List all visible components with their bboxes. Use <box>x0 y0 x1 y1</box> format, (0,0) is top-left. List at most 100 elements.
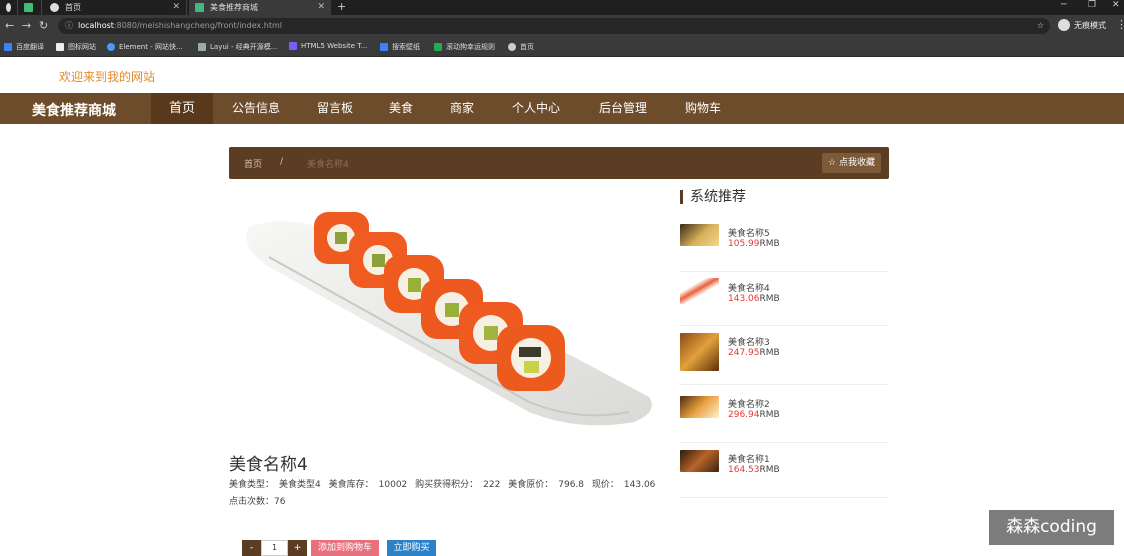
bookmarks-bar: 百度翻译 图标网站 Element - 网站快... Layui - 经典开源模… <box>0 37 1124 57</box>
food-thumbnail <box>680 450 719 472</box>
nav-cart[interactable]: 购物车 <box>672 93 734 124</box>
recommend-price: 164.53RMB <box>728 465 780 475</box>
food-thumbnail <box>680 278 719 304</box>
recommend-name: 美食名称4 <box>728 284 770 294</box>
recommend-price: 143.06RMB <box>728 294 780 304</box>
tab-store[interactable]: 美食推荐商城 ✕ <box>189 0 331 15</box>
layui-icon <box>198 43 206 51</box>
nav-messages[interactable]: 留言板 <box>305 93 365 124</box>
meta-stock-value: 10002 <box>378 480 408 490</box>
meta-type-label: 美食类型： <box>229 480 275 490</box>
url-path: :8080/meishishangcheng/front/index.html <box>113 21 282 30</box>
recommend-price: 296.94RMB <box>728 410 780 420</box>
bookmark-item[interactable]: 首页 <box>508 42 534 52</box>
menu-icon[interactable]: ⋮ <box>1116 18 1124 31</box>
close-icon[interactable]: ✕ <box>317 2 325 12</box>
bookmark-item[interactable]: 百度翻译 <box>4 42 44 52</box>
recommend-item[interactable]: 美食名称1 164.53RMB <box>680 445 888 498</box>
bookmark-star-icon[interactable]: ☆ <box>1037 18 1044 34</box>
bookmark-item[interactable]: Layui - 经典开源模... <box>198 42 277 52</box>
recommend-price: 105.99RMB <box>728 239 780 249</box>
food-thumbnail <box>680 224 719 246</box>
wallpaper-icon <box>380 43 388 51</box>
bookmark-item[interactable]: 搜索壁纸 <box>380 42 420 52</box>
recommend-price: 247.95RMB <box>728 348 780 358</box>
clicks-value: 76 <box>274 497 286 507</box>
recommend-item[interactable]: 美食名称2 296.94RMB <box>680 390 888 443</box>
favorite-label: 点我收藏 <box>838 158 875 168</box>
product-image <box>246 212 652 426</box>
tab-home-title: 首页 <box>65 3 81 12</box>
nav-notice[interactable]: 公告信息 <box>221 93 291 124</box>
new-tab-icon[interactable]: + <box>337 0 346 13</box>
doc-icon <box>434 43 442 51</box>
clicks-label: 点击次数： <box>229 497 275 507</box>
back-icon[interactable]: ← <box>5 19 14 32</box>
meta-original-value: 796.8 <box>558 480 585 490</box>
meta-price-value: 143.06 <box>623 480 656 490</box>
breadcrumb-separator: / <box>280 157 284 167</box>
incognito-indicator[interactable]: 无痕模式 <box>1058 19 1106 31</box>
vue-icon <box>195 3 204 12</box>
page: 欢迎来到我的网站 美食推荐商城 首页 公告信息 留言板 美食 商家 个人中心 后… <box>0 57 1124 556</box>
page-icon <box>56 43 64 51</box>
chrome-icon <box>6 3 11 12</box>
recommend-name: 美食名称1 <box>728 455 770 465</box>
qty-plus-button[interactable]: + <box>288 540 307 556</box>
nav-home[interactable]: 首页 <box>151 93 213 124</box>
tab-vue[interactable] <box>18 0 42 15</box>
meta-price-label: 现价： <box>591 480 619 490</box>
recommend-title: 系统推荐 <box>680 190 746 204</box>
bookmark-item[interactable]: 滚动狗幸运规则 <box>434 42 495 52</box>
nav-merchant[interactable]: 商家 <box>436 93 488 124</box>
breadcrumb-home[interactable]: 首页 <box>244 157 262 170</box>
recommend-name: 美食名称2 <box>728 400 770 410</box>
incognito-icon <box>1058 19 1070 31</box>
recommend-item[interactable]: 美食名称4 143.06RMB <box>680 273 888 326</box>
tab-prev[interactable] <box>0 0 18 15</box>
site-brand[interactable]: 美食推荐商城 <box>32 100 116 120</box>
incognito-label: 无痕模式 <box>1074 20 1106 30</box>
url-host: localhost <box>78 21 114 30</box>
food-thumbnail <box>680 396 719 418</box>
meta-points-label: 购买获得积分： <box>415 480 479 490</box>
bookmark-item[interactable]: 图标网站 <box>56 42 96 52</box>
close-icon[interactable]: ✕ <box>172 2 180 12</box>
bookmark-item[interactable]: HTML5 Website T... <box>289 42 367 50</box>
qty-minus-button[interactable]: - <box>242 540 261 556</box>
bookmark-item[interactable]: Element - 网站快... <box>107 42 183 52</box>
meta-stock-label: 美食库存： <box>328 480 374 490</box>
video-watermark: 森森coding <box>989 510 1114 545</box>
favorite-button[interactable]: ☆ 点我收藏 <box>822 153 881 173</box>
tab-home[interactable]: 首页 ✕ <box>44 0 187 15</box>
globe-icon <box>508 43 516 51</box>
welcome-text: 欢迎来到我的网站 <box>59 70 156 84</box>
restore-icon[interactable]: ❐ <box>1088 0 1096 10</box>
tab-store-title: 美食推荐商城 <box>210 3 258 12</box>
buy-now-button[interactable]: 立即购买 <box>387 540 436 556</box>
html5-icon <box>289 42 297 50</box>
product-name: 美食名称4 <box>229 455 308 475</box>
globe-icon <box>50 3 59 12</box>
product-clicks: 点击次数：76 <box>229 494 285 507</box>
minimize-icon[interactable]: ─ <box>1061 0 1066 10</box>
nav-profile[interactable]: 个人中心 <box>500 93 572 124</box>
add-to-cart-button[interactable]: 添加到购物车 <box>311 540 379 556</box>
nav-food[interactable]: 美食 <box>375 93 427 124</box>
element-icon <box>107 43 115 51</box>
recommend-item[interactable]: 美食名称5 105.99RMB <box>680 219 888 272</box>
qty-input[interactable]: 1 <box>261 540 288 556</box>
translate-icon <box>4 43 12 51</box>
close-window-icon[interactable]: ✕ <box>1112 0 1120 10</box>
recommend-name: 美食名称5 <box>728 229 770 239</box>
meta-type-value: 美食类型4 <box>279 480 321 490</box>
recommend-name: 美食名称3 <box>728 338 770 348</box>
address-bar[interactable]: ⓘ localhost:8080/meishishangcheng/front/… <box>58 18 1050 34</box>
quantity-stepper: - 1 + <box>242 540 307 556</box>
forward-icon[interactable]: → <box>22 19 31 32</box>
vue-icon <box>24 3 33 12</box>
recommend-item[interactable]: 美食名称3 247.95RMB <box>680 327 888 385</box>
reload-icon[interactable]: ↻ <box>39 19 48 32</box>
meta-original-label: 美食原价： <box>508 480 554 490</box>
nav-admin[interactable]: 后台管理 <box>587 93 659 124</box>
